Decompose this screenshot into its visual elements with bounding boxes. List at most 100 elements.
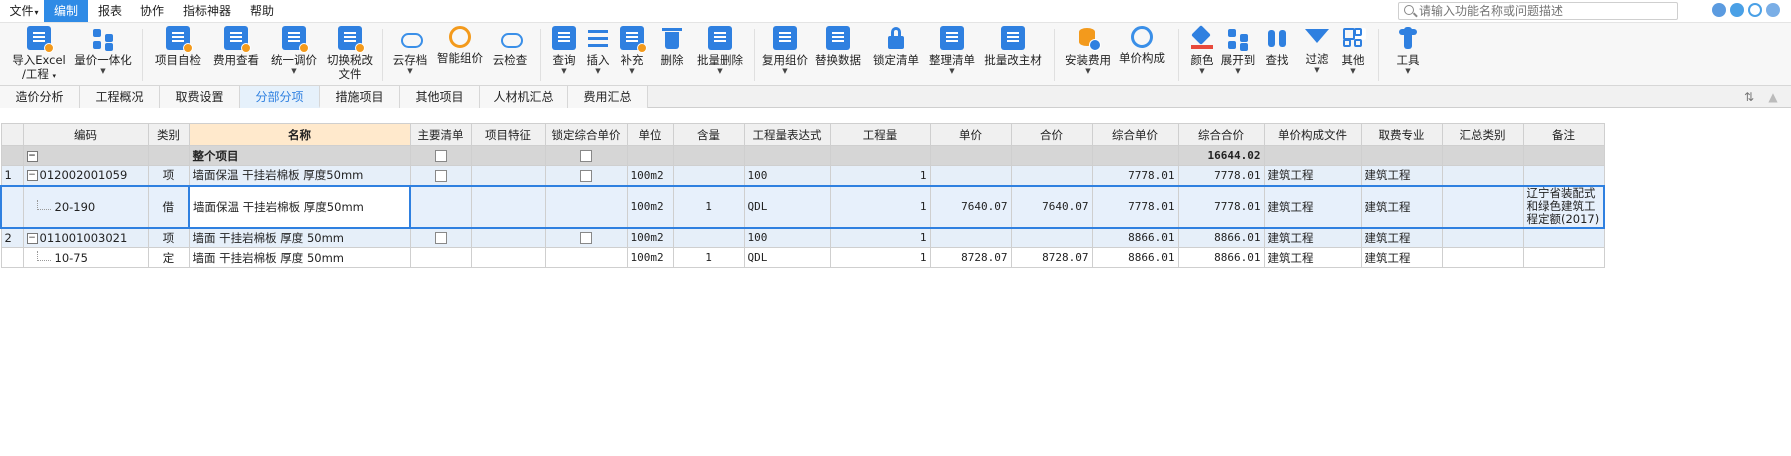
- filter-button[interactable]: 过滤 ▼: [1302, 25, 1332, 85]
- name-cell[interactable]: 墙面保温 干挂岩棉板 厚度50mm: [188, 165, 411, 186]
- column-header-sum-category[interactable]: 汇总类别: [1441, 123, 1524, 146]
- batch-delete-button[interactable]: 批量删除 ▼: [692, 25, 748, 85]
- sum-category-cell[interactable]: [1441, 227, 1524, 248]
- table-row[interactable]: 1 −012002001059 项 墙面保温 干挂岩棉板 厚度50mm 100m…: [0, 165, 1605, 186]
- smart-price-button[interactable]: 智能组价: [432, 25, 488, 85]
- total-cell[interactable]: 7778.01: [1177, 184, 1265, 229]
- price-cell[interactable]: 8728.07: [929, 247, 1012, 268]
- sum-category-cell[interactable]: [1441, 184, 1524, 229]
- qty-expr-cell[interactable]: [743, 145, 831, 166]
- tax-switch-button[interactable]: 切换税改 文件: [322, 25, 378, 85]
- collapse-toggle-icon[interactable]: −: [26, 170, 38, 182]
- tools-button[interactable]: 工具 ▼: [1390, 25, 1426, 85]
- menu-edit[interactable]: 编制: [44, 0, 88, 22]
- tab-cost-analysis[interactable]: 造价分析: [0, 86, 80, 108]
- content-cell[interactable]: [672, 165, 745, 186]
- unit-price-button[interactable]: 单价构成: [1116, 25, 1168, 85]
- arrow-up-icon[interactable]: ▲: [1766, 90, 1780, 104]
- major-cell[interactable]: 建筑工程: [1360, 165, 1443, 186]
- major-cell[interactable]: [1360, 145, 1443, 166]
- reuse-price-button[interactable]: 复用组价 ▼: [760, 25, 810, 85]
- row-number-cell[interactable]: [0, 247, 24, 268]
- qty-cell[interactable]: 1: [829, 165, 931, 186]
- unit-total-cell[interactable]: 8866.01: [1091, 247, 1179, 268]
- table-row[interactable]: 10-75 定 墙面 干挂岩棉板 厚度 50mm 100m2 1 QDL 1 8…: [0, 247, 1605, 268]
- column-header-note[interactable]: 备注: [1522, 123, 1605, 146]
- tab-measure-items[interactable]: 措施项目: [320, 86, 400, 108]
- cost-view-button[interactable]: 费用查看: [208, 25, 264, 85]
- column-header-lock-price[interactable]: 锁定综合单价: [544, 123, 628, 146]
- column-header-features[interactable]: 项目特征: [470, 123, 546, 146]
- amount-cell[interactable]: [1010, 227, 1093, 248]
- total-cell[interactable]: 8866.01: [1177, 227, 1265, 248]
- collapse-toggle-icon[interactable]: −: [26, 232, 38, 244]
- organize-list-button[interactable]: 整理清单 ▼: [926, 25, 978, 85]
- delete-button[interactable]: 删除: [654, 25, 690, 85]
- column-header-name[interactable]: 名称: [188, 123, 411, 146]
- main-list-cell[interactable]: [409, 247, 472, 268]
- price-cell[interactable]: [929, 227, 1012, 248]
- features-cell[interactable]: [470, 184, 546, 229]
- sort-icon[interactable]: ⇅: [1742, 90, 1756, 104]
- self-check-button[interactable]: 项目自检: [150, 25, 206, 85]
- main-list-cell[interactable]: [409, 165, 472, 186]
- code-cell[interactable]: −011001003021: [22, 227, 149, 248]
- note-cell[interactable]: [1522, 247, 1605, 268]
- features-cell[interactable]: [470, 165, 546, 186]
- import-excel-button[interactable]: 导入Excel /工程 ▾: [10, 25, 68, 85]
- note-cell[interactable]: 辽宁省装配式和绿色建筑工程定额(2017): [1522, 184, 1605, 229]
- lock-price-cell[interactable]: [544, 227, 628, 248]
- headset-icon[interactable]: [1712, 3, 1726, 17]
- code-cell[interactable]: 10-75: [22, 247, 149, 268]
- lock-list-button[interactable]: 锁定清单: [870, 25, 922, 85]
- major-cell[interactable]: 建筑工程: [1360, 184, 1443, 229]
- column-header-price[interactable]: 单价: [929, 123, 1012, 146]
- price-file-cell[interactable]: 建筑工程: [1263, 165, 1362, 186]
- column-header-unit[interactable]: 单位: [626, 123, 674, 146]
- amount-cell[interactable]: [1010, 165, 1093, 186]
- price-file-cell[interactable]: [1263, 145, 1362, 166]
- tab-other-items[interactable]: 其他项目: [400, 86, 480, 108]
- row-number-cell[interactable]: [0, 145, 24, 166]
- qty-expr-cell[interactable]: 100: [743, 165, 831, 186]
- batch-material-button[interactable]: 批量改主材: [982, 25, 1044, 85]
- qty-expr-cell[interactable]: QDL: [743, 247, 831, 268]
- collapse-toggle-icon[interactable]: −: [26, 150, 38, 162]
- query-button[interactable]: 查询 ▼: [548, 25, 580, 85]
- amount-cell[interactable]: [1010, 145, 1093, 166]
- main-list-checkbox[interactable]: [434, 232, 447, 245]
- price-file-cell[interactable]: 建筑工程: [1263, 227, 1362, 248]
- main-list-checkbox[interactable]: [434, 150, 447, 162]
- note-cell[interactable]: [1522, 227, 1605, 248]
- unit-cell[interactable]: 100m2: [626, 247, 674, 268]
- column-header-code[interactable]: 编码: [22, 123, 149, 146]
- find-button[interactable]: 查找: [1262, 25, 1292, 85]
- major-cell[interactable]: 建筑工程: [1360, 247, 1443, 268]
- unify-price-button[interactable]: 统一调价 ▼: [266, 25, 322, 85]
- sum-category-cell[interactable]: [1441, 247, 1524, 268]
- menu-collab[interactable]: 协作: [134, 0, 170, 22]
- column-header-total[interactable]: 综合合价: [1177, 123, 1265, 146]
- category-cell[interactable]: 定: [147, 247, 190, 268]
- unit-total-cell[interactable]: 8866.01: [1091, 227, 1179, 248]
- qty-cell[interactable]: 1: [829, 247, 931, 268]
- cloud-check-button[interactable]: 云检查: [488, 25, 532, 85]
- lock-price-cell[interactable]: [544, 247, 628, 268]
- price-cell[interactable]: [929, 145, 1012, 166]
- install-cost-button[interactable]: 安装费用 ▼: [1062, 25, 1114, 85]
- total-cell[interactable]: 16644.02: [1177, 145, 1265, 166]
- lock-price-cell[interactable]: [544, 145, 628, 166]
- qty-cell[interactable]: 1: [829, 227, 931, 248]
- name-cell[interactable]: 墙面 干挂岩棉板 厚度 50mm: [188, 247, 411, 268]
- price-file-cell[interactable]: 建筑工程: [1263, 247, 1362, 268]
- menu-file[interactable]: 文件▾: [4, 0, 44, 22]
- column-header-qty-expr[interactable]: 工程量表达式: [743, 123, 831, 146]
- qty-cell[interactable]: [829, 145, 931, 166]
- features-cell[interactable]: [470, 227, 546, 248]
- unit-total-cell[interactable]: 7778.01: [1091, 165, 1179, 186]
- unit-total-cell[interactable]: 7778.01: [1091, 184, 1179, 229]
- column-header-unit-total[interactable]: 综合单价: [1091, 123, 1179, 146]
- column-header-main-list[interactable]: 主要清单: [409, 123, 472, 146]
- function-search[interactable]: [1398, 2, 1678, 20]
- unit-total-cell[interactable]: [1091, 145, 1179, 166]
